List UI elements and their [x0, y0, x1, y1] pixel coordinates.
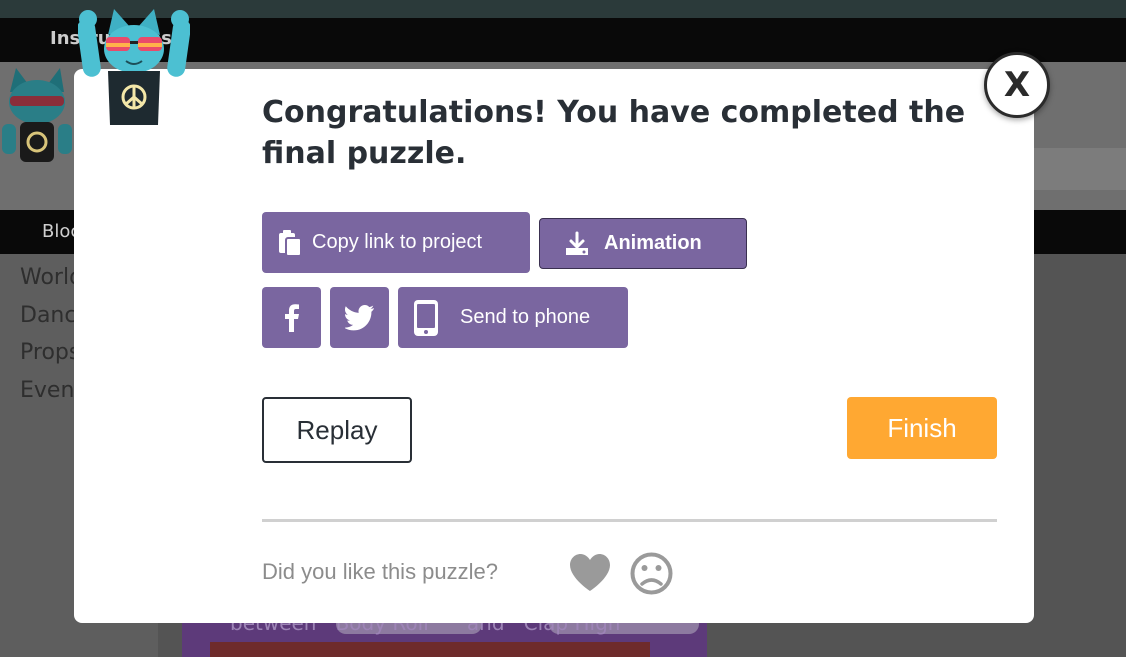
- copy-link-label: Copy link to project: [312, 231, 483, 253]
- download-icon: [566, 231, 588, 255]
- facebook-icon: [284, 303, 299, 332]
- instructions-cat-avatar: [2, 68, 72, 162]
- divider: [262, 519, 997, 522]
- toolbox-category-props[interactable]: Props: [20, 340, 80, 365]
- animation-label: Animation: [604, 232, 702, 254]
- heart-icon[interactable]: [568, 553, 612, 593]
- instructions-strip: [1034, 148, 1126, 190]
- copy-link-button[interactable]: Copy link to project: [262, 212, 530, 273]
- frown-icon[interactable]: [630, 552, 673, 595]
- twitter-icon: [344, 304, 374, 330]
- cat-mascot-icon: [78, 9, 190, 125]
- clipboard-icon: [279, 229, 302, 257]
- replay-button[interactable]: Replay: [262, 397, 412, 463]
- dialog-title: Congratulations! You have completed the …: [262, 95, 966, 171]
- twitter-share-button[interactable]: [330, 287, 389, 348]
- phone-icon: [414, 299, 438, 336]
- finish-button[interactable]: Finish: [847, 397, 997, 459]
- feedback-question: Did you like this puzzle?: [262, 559, 499, 584]
- facebook-share-button[interactable]: [262, 287, 321, 348]
- send-to-phone-label: Send to phone: [460, 306, 591, 328]
- download-animation-button[interactable]: Animation: [539, 218, 747, 269]
- send-to-phone-button[interactable]: Send to phone: [398, 287, 628, 348]
- workspace-block-2[interactable]: [210, 642, 650, 657]
